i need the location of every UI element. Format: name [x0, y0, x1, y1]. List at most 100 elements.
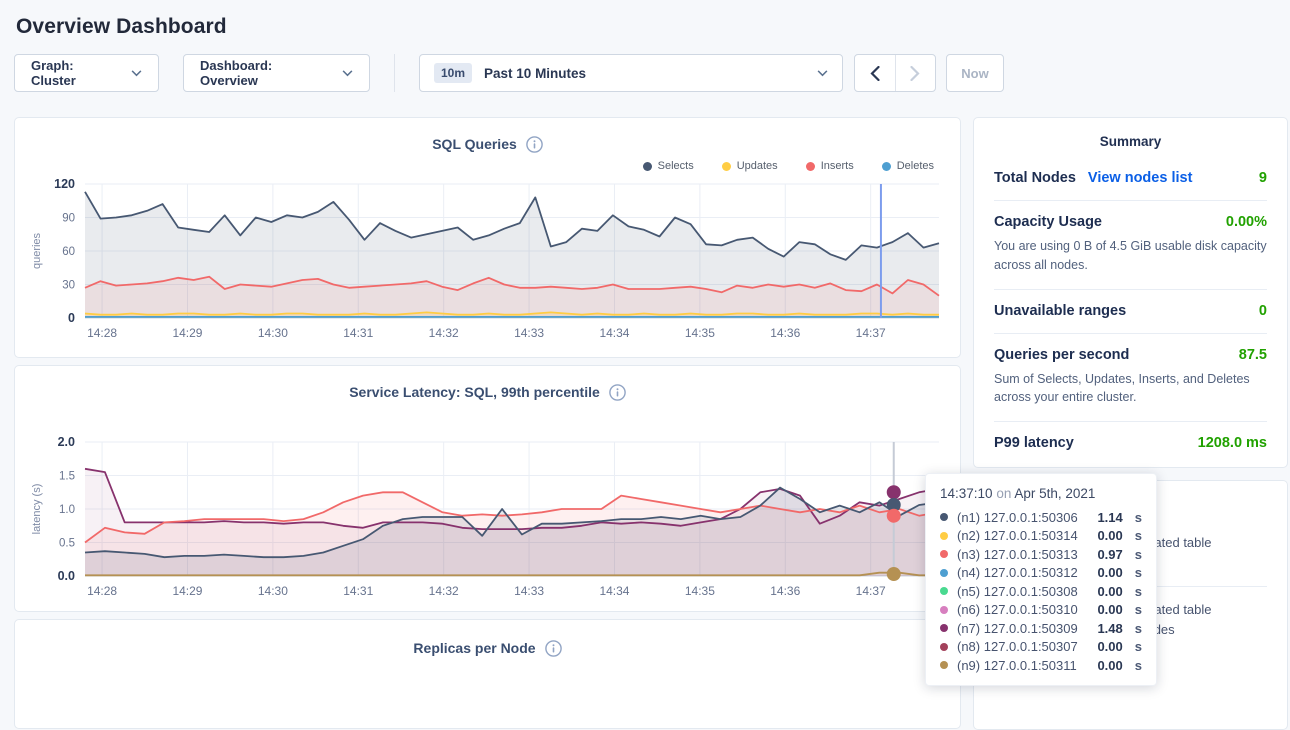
svg-text:14:33: 14:33 — [514, 584, 544, 598]
chevron-left-icon — [870, 66, 880, 81]
svg-text:0.5: 0.5 — [59, 538, 75, 550]
svg-text:14:36: 14:36 — [770, 326, 800, 340]
summary-label: Queries per second — [994, 347, 1129, 363]
time-range-dropdown[interactable]: 10m Past 10 Minutes — [419, 54, 843, 92]
dashboard-dropdown-label: Dashboard: Overview — [200, 58, 332, 88]
node-color-dot — [940, 550, 948, 558]
node-latency-value: 0.00 — [1097, 639, 1122, 654]
summary-rows: Total NodesView nodes list9Capacity Usag… — [994, 157, 1267, 465]
sql-queries-chart[interactable]: 14:2814:2914:3014:3114:3214:3314:3414:35… — [27, 174, 947, 344]
node-color-dot — [940, 624, 948, 632]
tooltip-node-row: (n6) 127.0.0.1:503100.00s — [940, 601, 1142, 620]
svg-text:2.0: 2.0 — [58, 435, 75, 449]
svg-text:latency (s): latency (s) — [31, 484, 43, 535]
svg-text:14:34: 14:34 — [599, 584, 629, 598]
node-latency-value: 1.48 — [1097, 621, 1122, 636]
node-address: (n8) 127.0.0.1:50307 — [957, 639, 1088, 654]
graph-dropdown-label: Graph: Cluster — [31, 58, 121, 88]
node-address: (n7) 127.0.0.1:50309 — [957, 621, 1088, 636]
sql-queries-chart-title: SQL Queries — [432, 136, 517, 152]
time-range-label: Past 10 Minutes — [484, 66, 805, 81]
legend-item-inserts[interactable]: Inserts — [806, 160, 854, 172]
node-color-dot — [940, 587, 948, 595]
service-latency-chart[interactable]: 14:2814:2914:3014:3114:3214:3314:3414:35… — [27, 432, 947, 602]
info-icon[interactable] — [545, 640, 562, 657]
svg-text:30: 30 — [62, 280, 75, 292]
latency-unit: s — [1135, 547, 1142, 562]
svg-text:120: 120 — [54, 177, 75, 191]
toolbar: Graph: Cluster Dashboard: Overview 10m P… — [14, 54, 1276, 92]
summary-note: Sum of Selects, Updates, Inserts, and De… — [994, 370, 1267, 408]
node-latency-value: 0.00 — [1097, 528, 1122, 543]
summary-row: Unavailable ranges0 — [994, 290, 1267, 334]
charts-column: SQL Queries Selects Updates Inserts Deletes… — [14, 117, 961, 729]
legend-item-deletes[interactable]: Deletes — [882, 160, 934, 172]
svg-text:queries: queries — [31, 232, 43, 269]
graph-dropdown[interactable]: Graph: Cluster — [14, 54, 159, 92]
summary-label: Total Nodes — [994, 170, 1076, 186]
view-nodes-link[interactable]: View nodes list — [1088, 170, 1193, 186]
svg-text:14:32: 14:32 — [429, 326, 459, 340]
node-latency-value: 0.00 — [1097, 658, 1122, 673]
legend-item-updates[interactable]: Updates — [722, 160, 778, 172]
node-latency-value: 0.00 — [1097, 584, 1122, 599]
svg-text:0.0: 0.0 — [58, 569, 75, 583]
node-address: (n6) 127.0.0.1:50310 — [957, 602, 1088, 617]
svg-text:14:29: 14:29 — [172, 326, 202, 340]
svg-text:14:35: 14:35 — [685, 326, 715, 340]
summary-value: 0 — [1259, 303, 1267, 319]
chevron-down-icon — [131, 70, 142, 77]
svg-text:0: 0 — [68, 311, 75, 325]
tooltip-node-row: (n1) 127.0.0.1:503061.14s — [940, 508, 1142, 527]
now-button[interactable]: Now — [946, 54, 1004, 92]
node-latency-value: 0.00 — [1097, 602, 1122, 617]
info-icon[interactable] — [526, 136, 543, 153]
legend-dot — [643, 162, 652, 171]
node-address: (n5) 127.0.0.1:50308 — [957, 584, 1088, 599]
sql-queries-chart-panel: SQL Queries Selects Updates Inserts Deletes… — [14, 117, 961, 358]
tooltip-timestamp: 14:37:10 on Apr 5th, 2021 — [940, 486, 1142, 501]
tooltip-node-row: (n8) 127.0.0.1:50307 0.00 s — [940, 638, 1142, 657]
time-back-button[interactable] — [855, 55, 895, 91]
time-forward-button[interactable] — [895, 55, 935, 91]
node-color-dot — [940, 513, 948, 521]
node-address: (n3) 127.0.0.1:50313 — [957, 547, 1088, 562]
svg-text:14:36: 14:36 — [770, 584, 800, 598]
legend-item-selects[interactable]: Selects — [643, 160, 694, 172]
chart-legend: Selects Updates Inserts Deletes — [27, 158, 948, 174]
summary-label: Capacity Usage — [994, 214, 1102, 230]
tooltip-node-row: (n9) 127.0.0.1:503110.00s — [940, 656, 1142, 675]
svg-text:90: 90 — [62, 213, 75, 225]
summary-label: P99 latency — [994, 435, 1074, 451]
replicas-chart-title: Replicas per Node — [413, 640, 535, 656]
time-step-buttons — [854, 54, 936, 92]
latency-unit: s — [1135, 584, 1142, 599]
latency-unit: s — [1135, 565, 1142, 580]
latency-unit: s — [1135, 510, 1142, 525]
service-latency-chart-title: Service Latency: SQL, 99th percentile — [349, 384, 600, 400]
svg-text:1.0: 1.0 — [59, 504, 75, 516]
node-color-dot — [940, 569, 948, 577]
chevron-down-icon — [817, 70, 828, 77]
node-color-dot — [940, 643, 948, 651]
summary-row: Capacity Usage0.00%You are using 0 B of … — [994, 201, 1267, 290]
svg-text:14:32: 14:32 — [429, 584, 459, 598]
svg-text:60: 60 — [62, 246, 75, 258]
node-address: (n9) 127.0.0.1:50311 — [957, 658, 1088, 673]
toolbar-divider — [394, 54, 395, 92]
tooltip-node-row: (n3) 127.0.0.1:503130.97s — [940, 545, 1142, 564]
tooltip-node-row: (n5) 127.0.0.1:50308 0.00 s — [940, 582, 1142, 601]
svg-text:14:34: 14:34 — [599, 326, 629, 340]
latency-unit: s — [1135, 639, 1142, 654]
info-icon[interactable] — [609, 384, 626, 401]
page-header: Overview Dashboard — [0, 0, 1290, 39]
node-color-dot — [940, 661, 948, 669]
svg-text:14:30: 14:30 — [258, 326, 288, 340]
svg-text:14:37: 14:37 — [856, 584, 886, 598]
svg-text:14:35: 14:35 — [685, 584, 715, 598]
dashboard-dropdown[interactable]: Dashboard: Overview — [183, 54, 370, 92]
chevron-right-icon — [910, 66, 920, 81]
legend-dot — [722, 162, 731, 171]
chart-hover-tooltip: 14:37:10 on Apr 5th, 2021 (n1) 127.0.0.1… — [925, 473, 1157, 686]
time-range-badge: 10m — [434, 63, 472, 83]
